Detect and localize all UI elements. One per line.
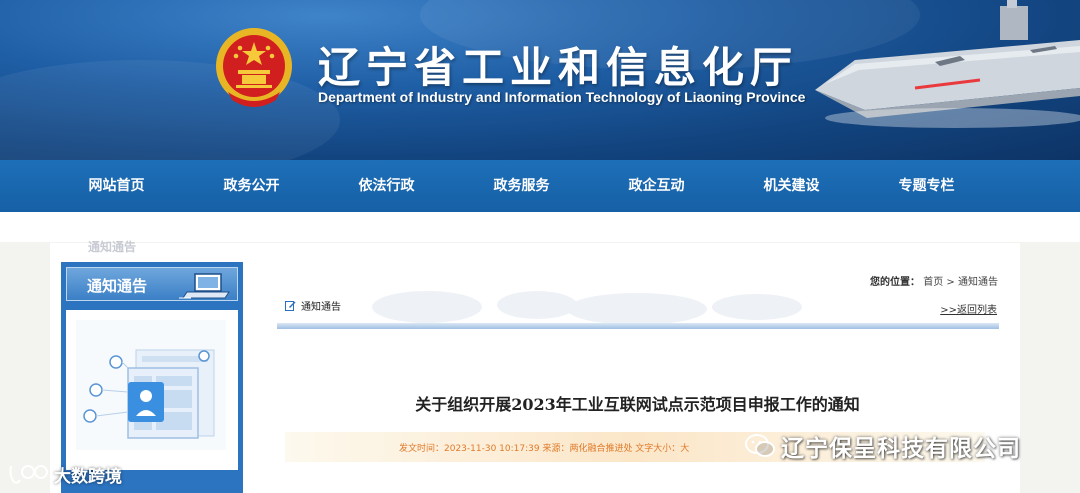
aircraft-carrier-image [815, 0, 1080, 128]
national-emblem-icon [216, 28, 292, 107]
nav-item-law-administration[interactable]: 依法行政 [319, 160, 454, 212]
nav-item-agency-building[interactable]: 机关建设 [724, 160, 859, 212]
main-nav: 网站首页 政务公开 依法行政 政务服务 政企互动 机关建设 专题专栏 [0, 160, 1080, 212]
sidebar-body [66, 310, 238, 470]
nav-spacer [0, 212, 1080, 242]
watermark-brand-text: 大数跨境 [54, 466, 122, 487]
breadcrumb: 您的位置： 首页 > 通知通告 [870, 273, 998, 288]
article-meta: 发文时间：2023-11-30 10:17:39 来源：两化融合推进处 文字大小… [399, 444, 690, 454]
brand-logo-icon [9, 465, 48, 484]
ghost-heading: 通知通告 [88, 240, 137, 254]
site-subtitle: Department of Industry and Information T… [318, 89, 806, 105]
section-label: 通知通告 [301, 302, 341, 313]
header-banner: 辽宁省工业和信息化厅 Department of Industry and In… [0, 0, 1080, 160]
web-illustration [76, 320, 226, 450]
world-map-decoration [372, 291, 802, 325]
edit-icon [285, 301, 296, 311]
article-title: 关于组织开展2023年工业互联网试点示范项目申报工作的通知 [415, 395, 860, 414]
site-title: 辽宁省工业和信息化厅 [318, 43, 799, 92]
sidebar-header[interactable]: 通知通告 [66, 267, 238, 301]
nav-item-gov-services[interactable]: 政务服务 [454, 160, 589, 212]
watermark-company-text: 辽宁保呈科技有限公司 [781, 436, 1021, 462]
nav-item-special-topics[interactable]: 专题专栏 [859, 160, 994, 212]
nav-item-home[interactable]: 网站首页 [49, 160, 184, 212]
watermark-company: 辽宁保呈科技有限公司 [745, 429, 1021, 463]
sidebar-title: 通知通告 [87, 277, 148, 295]
nav-item-interaction[interactable]: 政企互动 [589, 160, 724, 212]
laptop-icon [179, 273, 230, 299]
watermark-brand: 大数跨境 [8, 460, 122, 488]
section-header: 通知通告 >>返回列表 [277, 287, 999, 327]
nav-item-public-affairs[interactable]: 政务公开 [184, 160, 319, 212]
sidebar: 通知通告 [61, 262, 243, 493]
back-to-list-link[interactable]: >>返回列表 [940, 301, 997, 316]
wechat-icon [745, 434, 775, 457]
section-divider [277, 323, 999, 329]
